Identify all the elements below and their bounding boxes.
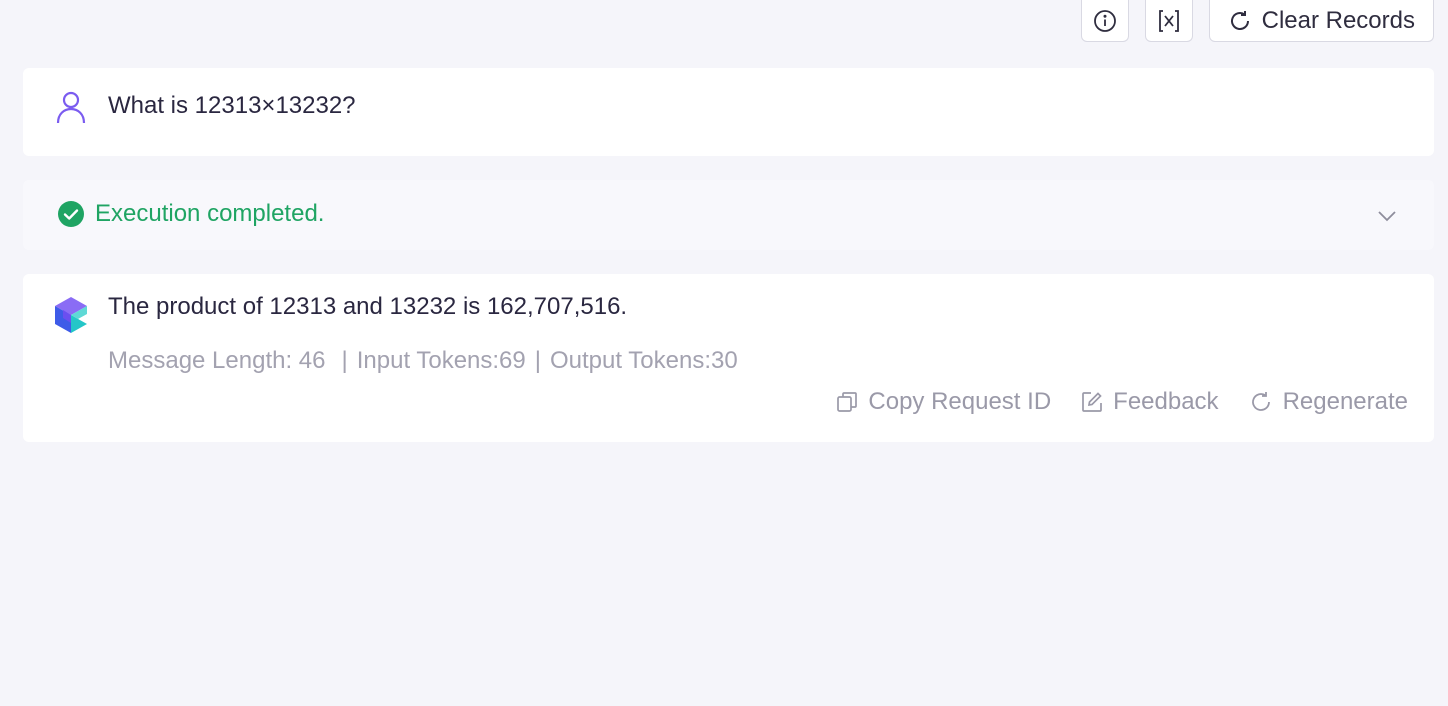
feedback-label: Feedback — [1113, 388, 1219, 415]
assistant-message-card: The product of 12313 and 13232 is 162,70… — [23, 274, 1434, 442]
copy-request-id-label: Copy Request ID — [868, 388, 1052, 415]
input-tokens: Input Tokens:69 — [356, 347, 526, 374]
copy-request-id-button[interactable]: Copy Request ID — [836, 388, 1051, 416]
assistant-message-text: The product of 12313 and 13232 is 162,70… — [108, 293, 628, 320]
top-toolbar: Clear Records — [1080, 0, 1434, 42]
execution-status-text: Execution completed. — [95, 200, 325, 227]
user-icon — [55, 90, 87, 124]
assistant-logo-icon — [54, 296, 88, 334]
feedback-button[interactable]: Feedback — [1081, 388, 1219, 416]
regenerate-label: Regenerate — [1282, 388, 1408, 415]
execution-status: Execution completed. — [57, 200, 324, 228]
message-meta: Message Length: 46 | Input Tokens:69 | O… — [108, 347, 738, 375]
clear-records-button[interactable]: Clear Records — [1208, 0, 1434, 42]
check-circle-icon — [57, 200, 85, 228]
edit-icon — [1081, 391, 1103, 413]
execution-status-panel[interactable]: Execution completed. — [23, 180, 1434, 250]
variables-button[interactable] — [1144, 0, 1193, 42]
meta-separator: | — [341, 347, 348, 374]
message-length: Message Length: 46 — [108, 347, 326, 374]
user-message-text: What is 12313×13232? — [108, 92, 356, 119]
chevron-down-icon[interactable] — [1376, 205, 1398, 227]
clear-records-label: Clear Records — [1261, 6, 1415, 34]
copy-icon — [836, 391, 858, 413]
output-tokens: Output Tokens:30 — [550, 347, 738, 374]
info-icon — [1093, 9, 1117, 33]
user-message-card: What is 12313×13232? — [23, 68, 1434, 156]
refresh-icon — [1249, 390, 1273, 414]
refresh-icon — [1228, 9, 1252, 33]
regenerate-button[interactable]: Regenerate — [1249, 388, 1408, 416]
meta-separator: | — [534, 347, 541, 374]
bracket-x-icon — [1156, 8, 1182, 34]
info-button[interactable] — [1080, 0, 1129, 42]
message-actions: Copy Request ID Feedback Regenerate — [836, 388, 1408, 416]
